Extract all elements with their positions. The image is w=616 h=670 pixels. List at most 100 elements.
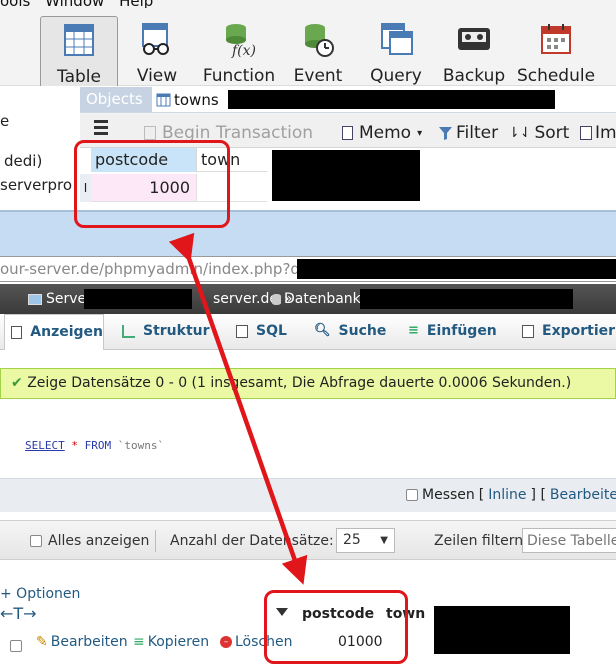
toolbar-backup-button[interactable]: Backup	[435, 16, 513, 90]
show-all-checkbox[interactable]	[30, 535, 42, 547]
toolbar-table-button[interactable]: Table	[40, 16, 118, 90]
tab-struktur[interactable]: Struktur	[122, 314, 210, 350]
tree-item[interactable]: serverpro	[0, 176, 72, 194]
hamburger-icon[interactable]	[94, 120, 108, 135]
divider	[155, 530, 156, 552]
bearbeiten-link[interactable]: Bearbeiten	[550, 487, 616, 503]
toolbar-function-label: Function	[202, 66, 276, 86]
tab-exportieren[interactable]: Exportier	[522, 314, 615, 350]
sql-query-text: SELECT * FROM `towns`	[25, 439, 164, 452]
memo-button[interactable]: Memo ▾	[342, 123, 422, 143]
breadcrumb-database-label: Datenbank:	[284, 291, 366, 307]
tab-suche-label: Suche	[338, 323, 387, 339]
annotation-box-phpmyadmin	[264, 590, 408, 664]
options-link[interactable]: + Optionen	[0, 586, 80, 602]
query-icon	[381, 23, 413, 55]
tab-einfuegen-label: Einfügen	[426, 323, 497, 339]
view-icon	[142, 23, 169, 55]
results-navigation-bar: Alles anzeigen Anzahl der Datensätze: 25…	[0, 520, 616, 560]
redacted-block	[272, 150, 420, 201]
transaction-icon	[144, 126, 156, 140]
pma-tab-bar: Anzeigen Struktur SQL 🔍︎ Suche ≡ Einfüge…	[0, 314, 616, 350]
filter-button[interactable]: Filter	[438, 123, 498, 143]
row-edit-label: Bearbeiten	[50, 634, 128, 650]
search-icon: 🔍︎	[314, 323, 331, 338]
sql-query-box: SELECT * FROM `towns`	[0, 410, 616, 478]
chevron-down-icon: ▾	[417, 127, 423, 139]
toolbar-view-button[interactable]: View	[118, 16, 196, 90]
tab-exportieren-label: Exportier	[542, 323, 616, 339]
tree-item[interactable]: dedi)	[4, 152, 42, 170]
delete-icon: –	[220, 636, 232, 648]
toolbar-query-button[interactable]: Query	[357, 16, 435, 90]
filter-rows-input[interactable]	[522, 528, 616, 553]
toolbar-query-label: Query	[370, 66, 422, 86]
bracket-sep: ] [	[530, 487, 546, 503]
rows-count-value: 25	[343, 532, 361, 548]
import-button[interactable]: Im	[580, 123, 616, 143]
tree-item[interactable]: e	[0, 112, 9, 130]
redacted-block	[360, 289, 573, 309]
breadcrumb-server-label: Serve	[46, 291, 87, 307]
tab-towns[interactable]: towns	[154, 87, 221, 112]
tab-struktur-label: Struktur	[143, 323, 210, 339]
toolbar-function-button[interactable]: f(x) Function	[197, 16, 281, 90]
sql-star: *	[71, 439, 78, 452]
tab-anzeigen[interactable]: Anzeigen	[4, 314, 104, 350]
rows-count-select[interactable]: 25 ▼	[336, 528, 395, 553]
row-copy-button[interactable]: ≡ Kopieren	[133, 634, 209, 650]
toolbar-table-label: Table	[57, 67, 101, 87]
import-icon	[580, 126, 592, 140]
tab-suche[interactable]: 🔍︎ Suche	[314, 314, 386, 350]
tab-einfuegen[interactable]: ≡ Einfügen	[408, 314, 497, 350]
bracket-open: [	[478, 487, 485, 503]
sort-icon: ⇂⇃	[508, 125, 532, 141]
menu-bar: ools Window Help	[0, 0, 153, 10]
profiling-options: Messen [ Inline ] [ Bearbeiten	[406, 487, 616, 503]
redacted-block	[228, 90, 555, 109]
copy-icon: ≡	[133, 634, 145, 650]
table-icon	[64, 24, 94, 56]
tab-sql[interactable]: SQL	[236, 314, 287, 350]
row-checkbox[interactable]	[10, 638, 22, 654]
rows-count-label: Anzahl der Datensätze:	[170, 533, 334, 549]
toolbar-backup-label: Backup	[442, 66, 506, 86]
memo-icon	[342, 126, 353, 140]
event-icon	[305, 24, 334, 57]
column-arrows-icon[interactable]: ←T→	[0, 604, 37, 623]
table-icon	[156, 93, 171, 106]
structure-icon	[122, 325, 135, 338]
messen-label: Messen	[422, 487, 475, 503]
svg-text:f(x): f(x)	[231, 43, 256, 58]
toolbar-event-button[interactable]: Event	[279, 16, 357, 90]
sort-button[interactable]: ⇂⇃ Sort	[508, 123, 569, 143]
tab-sql-label: SQL	[256, 323, 287, 339]
sql-keyword-from: FROM	[84, 439, 112, 452]
tab-objects[interactable]: Objects	[80, 87, 152, 112]
toolbar-view-label: View	[136, 66, 178, 86]
tab-anzeigen-label: Anzeigen	[30, 324, 103, 340]
main-toolbar: Table View f(x) Function Event Query Bac…	[0, 8, 616, 90]
export-icon	[522, 325, 534, 338]
row-edit-button[interactable]: ✎ Bearbeiten	[36, 634, 128, 650]
schedule-icon	[541, 24, 571, 54]
breadcrumb-server-suffix-label: server.de	[213, 291, 278, 307]
success-check-icon: ✔	[11, 375, 23, 391]
breadcrumb-server[interactable]: Serve	[28, 291, 86, 307]
sql-keyword-select[interactable]: SELECT	[25, 439, 65, 452]
toolbar-schedule-button[interactable]: Schedule	[513, 16, 599, 90]
toolbar-schedule-label: Schedule	[516, 66, 596, 86]
import-label: Im	[595, 123, 616, 143]
filter-icon	[439, 126, 452, 140]
show-all-label: Alles anzeigen	[48, 533, 150, 549]
annotation-box-navicat	[74, 140, 230, 228]
redacted-block	[434, 606, 570, 654]
memo-label: Memo	[359, 123, 412, 143]
filter-label: Filter	[456, 123, 499, 143]
browse-icon	[11, 326, 23, 339]
messen-checkbox[interactable]	[406, 489, 418, 501]
pencil-icon: ✎	[36, 634, 48, 650]
breadcrumb-database[interactable]: Datenbank:	[272, 291, 366, 307]
function-icon: f(x)	[226, 24, 256, 58]
inline-link[interactable]: Inline	[488, 487, 526, 503]
